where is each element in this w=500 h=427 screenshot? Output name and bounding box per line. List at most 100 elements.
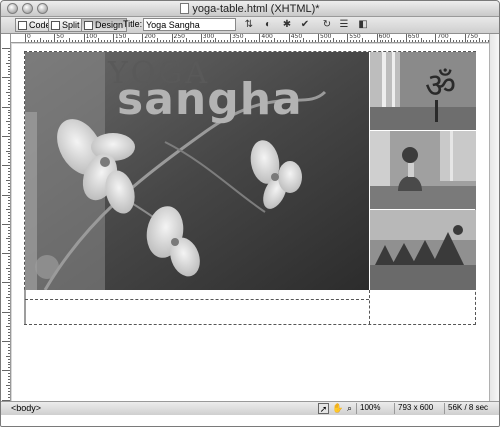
ruler-tick — [443, 40, 445, 42]
ruler-tick — [8, 68, 10, 70]
yoga-class-photo[interactable] — [370, 210, 476, 290]
ruler-tick — [8, 118, 10, 120]
ruler-tick — [8, 80, 10, 82]
ruler-tick — [335, 40, 337, 42]
ruler-number: 350 — [232, 34, 244, 40]
ruler-tick — [8, 206, 10, 208]
view-options-icon[interactable]: ☰ — [337, 18, 351, 32]
ruler-tick — [329, 40, 331, 42]
ruler-tick — [353, 40, 355, 42]
layout-table[interactable]: YOGA sangha ॐ — [24, 51, 476, 325]
ruler-tick — [227, 40, 229, 42]
ruler-tick — [33, 40, 35, 42]
ruler-tick — [8, 217, 10, 219]
ruler-number: 500 — [320, 34, 332, 40]
visual-aids-icon[interactable]: ◧ — [355, 18, 371, 32]
ruler-number: 650 — [407, 34, 420, 40]
ruler-number: 400 — [261, 34, 273, 40]
ruler-tick — [148, 40, 150, 42]
window-size-select[interactable]: 793 x 600 — [394, 403, 442, 414]
zoom-tool-icon[interactable]: ⌕ — [344, 403, 355, 414]
design-view-button[interactable]: Design — [81, 18, 128, 32]
split-view-button[interactable]: Split — [48, 18, 84, 32]
ruler-tick — [482, 40, 484, 42]
table-cell-spacer[interactable] — [25, 290, 369, 300]
ruler-tick — [309, 40, 311, 42]
ruler-tick — [8, 256, 10, 258]
om-statue-photo[interactable]: ॐ — [370, 52, 476, 130]
ruler-tick — [8, 56, 10, 58]
ruler-tick — [285, 40, 287, 42]
ruler-tick — [291, 40, 293, 42]
tag-selector-body[interactable]: <body> — [11, 403, 41, 413]
ruler-tick — [209, 40, 211, 42]
vertical-scrollbar[interactable] — [489, 34, 499, 401]
ruler-tick — [6, 238, 10, 240]
document-window: yoga-table.html (XHTML)* Code Split Desi… — [0, 0, 500, 427]
ruler-tick — [95, 40, 97, 42]
ruler-tick — [288, 34, 290, 42]
ruler-tick — [115, 40, 117, 42]
ruler-tick — [8, 65, 10, 67]
debug-icon[interactable]: ✱ — [279, 18, 295, 32]
ruler-tick — [256, 40, 258, 42]
table-cell-content[interactable] — [25, 301, 369, 324]
ruler-number: 450 — [290, 34, 303, 40]
page-title-input[interactable] — [143, 18, 236, 31]
ruler-tick — [8, 393, 10, 395]
zoom-level-select[interactable]: 100% — [356, 403, 392, 414]
ruler-tick — [426, 40, 428, 42]
ruler-tick — [373, 40, 375, 42]
ruler-tick — [66, 40, 68, 42]
file-management-icon[interactable]: ⇅ — [241, 18, 257, 32]
ruler-tick — [124, 40, 126, 42]
ruler-tick — [71, 40, 73, 42]
meditation-photo[interactable] — [370, 131, 476, 209]
preview-icon[interactable]: ◐ — [260, 18, 276, 32]
ruler-tick — [8, 352, 10, 354]
table-bottom-rows[interactable] — [24, 290, 477, 324]
ruler-tick — [8, 305, 10, 307]
hero-image[interactable]: YOGA sangha — [25, 52, 369, 290]
ruler-tick — [168, 40, 170, 42]
ruler-tick — [282, 40, 284, 42]
vertical-ruler — [1, 34, 11, 401]
ruler-tick — [8, 376, 10, 378]
ruler-tick — [212, 40, 214, 42]
pointer-tool-icon[interactable]: ➚ — [318, 403, 329, 414]
ruler-tick — [435, 34, 437, 42]
ruler-tick — [8, 132, 10, 134]
ruler-tick — [320, 40, 322, 42]
ruler-tick — [183, 40, 185, 42]
title-bar[interactable]: yoga-table.html (XHTML)* — [1, 1, 499, 17]
ruler-tick — [8, 112, 10, 114]
ruler-tick — [432, 40, 434, 42]
hand-tool-icon[interactable]: ✋ — [332, 403, 343, 414]
ruler-tick — [364, 40, 366, 42]
ruler-tick — [271, 40, 273, 42]
ruler-tick — [467, 40, 469, 42]
ruler-tick — [6, 267, 10, 269]
refresh-icon[interactable]: ↻ — [320, 18, 334, 32]
design-canvas[interactable]: YOGA sangha ॐ — [12, 44, 489, 401]
ruler-tick — [8, 97, 10, 99]
ruler-number: 750 — [466, 34, 478, 40]
ruler-tick — [189, 40, 191, 42]
ruler-tick — [361, 38, 363, 42]
ruler-tick — [8, 124, 10, 126]
om-symbol-graphic: ॐ — [370, 52, 476, 130]
ruler-tick — [8, 153, 10, 155]
ruler-tick — [150, 40, 152, 42]
ruler-tick — [30, 40, 32, 42]
ruler-tick — [8, 291, 10, 293]
document-icon — [180, 3, 190, 14]
ruler-tick — [420, 38, 422, 42]
document-toolbar: Code Split Design Title: ⇅ ◐ ✱ ✔ ↻ ☰ ◧ — [1, 17, 499, 34]
ruler-tick — [142, 34, 144, 42]
ruler-tick — [8, 349, 10, 351]
validate-icon[interactable]: ✔ — [298, 18, 312, 32]
ruler-tick — [77, 40, 79, 42]
ruler-tick — [8, 279, 10, 281]
ruler-tick — [48, 40, 50, 42]
ruler-tick — [8, 317, 10, 319]
